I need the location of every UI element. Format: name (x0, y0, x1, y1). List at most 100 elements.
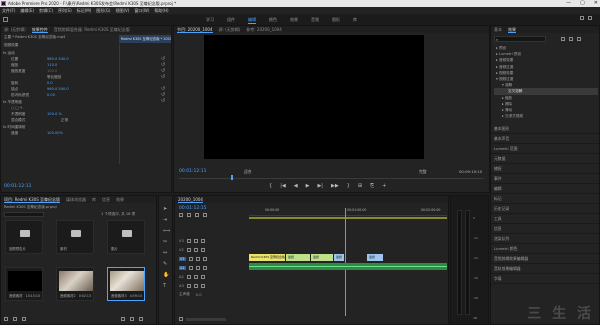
track-select-icon[interactable]: ⇥ (163, 217, 170, 223)
export-frame-icon[interactable]: ⎘ (370, 183, 374, 189)
project-search-input[interactable] (4, 212, 44, 217)
accelerated-filter-icon[interactable] (561, 37, 565, 41)
hand-icon[interactable]: ✋ (163, 272, 170, 278)
eye-icon[interactable] (200, 247, 205, 252)
tab-project[interactable]: 项目: Redmi K30S 至尊纪念版 (4, 196, 61, 203)
close-button[interactable]: ✕ (594, 0, 598, 7)
time-remap-row[interactable]: fx 时间重映射 (3, 125, 26, 130)
section-captions[interactable]: 字幕 (491, 274, 599, 284)
yuv-filter-icon[interactable] (577, 37, 581, 41)
eye-icon[interactable] (202, 256, 207, 261)
tab-effects[interactable]: 效果 (508, 26, 516, 33)
antiflicker-value[interactable]: 0.00 (47, 93, 55, 97)
tab-effect-controls[interactable]: 效果控件 (31, 26, 48, 33)
blend-mode-select[interactable]: 正常 (61, 118, 68, 123)
tree-item[interactable]: ▸ 沉浸式视频 (494, 113, 598, 119)
wrench-icon[interactable] (203, 213, 207, 217)
step-back-icon[interactable]: ◀ (294, 183, 298, 189)
tab-sequence[interactable]: 20200_1004 (178, 196, 203, 203)
section-lumetri-scopes[interactable]: Lumetri 范围 (491, 144, 599, 154)
tab-libraries[interactable]: 库 (92, 196, 96, 203)
opacity-value[interactable]: 100.0 % (47, 112, 62, 116)
minimize-button[interactable]: — (566, 0, 571, 7)
tab-program[interactable]: 节目: 20200_1004 (177, 26, 213, 33)
workspace-tab-editing[interactable]: 编辑 (248, 17, 256, 24)
anchor-value[interactable]: 960.0 540.0 (47, 87, 69, 91)
go-to-out-icon[interactable]: ▶▶ (331, 183, 339, 189)
fit-select[interactable]: 适合 (244, 169, 252, 175)
add-marker-icon[interactable] (195, 213, 199, 217)
pen-icon[interactable]: ✎ (163, 261, 170, 267)
play-icon[interactable]: ▶ (306, 183, 310, 189)
menu-sequence[interactable]: 序列(S) (58, 7, 72, 14)
lock-icon[interactable] (186, 283, 191, 288)
section-info[interactable]: 信息 (491, 224, 599, 234)
section-track-effect-editor[interactable]: 音轨效果编辑器 (491, 264, 599, 274)
zoom-scrollbar[interactable] (186, 318, 226, 321)
clip-item[interactable]: 音频素材 10:15:10 (5, 267, 43, 301)
eye-icon[interactable] (200, 238, 205, 243)
section-markers[interactable]: 标记 (491, 194, 599, 204)
select-icon[interactable]: ➤ (163, 206, 170, 212)
section-events[interactable]: 事件 (491, 174, 599, 184)
go-to-in-icon[interactable]: |◀ (280, 183, 286, 189)
reset-icons[interactable]: ↺ ↺ ↺ ↺ ↺ ↺ ↺ (161, 56, 165, 104)
solo-icon[interactable] (202, 265, 207, 270)
lock-icon[interactable] (4, 317, 8, 321)
menu-help[interactable]: 帮助(H) (154, 7, 168, 14)
workspace-tab-audio[interactable]: 音频 (311, 17, 319, 24)
scale-width-value[interactable]: 100.0 (47, 69, 57, 73)
button-editor-icon[interactable]: + (382, 183, 386, 189)
clip-item[interactable]: 音频素材2 0:02:13 (56, 267, 94, 301)
workspace-tab-learn[interactable]: 学习 (206, 17, 214, 24)
menu-edit[interactable]: 编辑(E) (20, 7, 34, 14)
timeline-ruler[interactable]: 00:00:00 00:01:00:00 00:02:00:00 (249, 208, 447, 216)
new-item-icon[interactable] (130, 317, 134, 321)
lock-icon[interactable] (188, 256, 193, 261)
workspace-tab-assembly[interactable]: 组件 (227, 17, 235, 24)
menu-window[interactable]: 窗口(W) (134, 7, 149, 14)
mark-in-icon[interactable]: { (269, 183, 272, 189)
tab-effects-small[interactable]: 效果 (116, 196, 124, 203)
tab-media-browser[interactable]: 媒体浏览器 (66, 196, 86, 203)
new-bin-icon[interactable] (121, 317, 125, 321)
effects-search-input[interactable]: ⌕ (494, 36, 546, 42)
mute-icon[interactable] (193, 283, 198, 288)
mute-icon[interactable] (195, 265, 200, 270)
timeline-clip[interactable]: 最终 (367, 254, 383, 261)
program-video-frame[interactable] (204, 35, 424, 159)
position-value[interactable]: 960.0 540.0 (47, 57, 69, 61)
workspace-tab-color[interactable]: 颜色 (269, 17, 277, 24)
program-scrub-bar[interactable] (179, 175, 484, 180)
menu-clip[interactable]: 剪辑(C) (39, 7, 53, 14)
32bit-filter-icon[interactable] (569, 37, 573, 41)
quality-select[interactable]: 完整 (419, 169, 427, 175)
search-icon[interactable] (588, 16, 592, 20)
slip-icon[interactable]: ↔ (163, 250, 170, 256)
section-metadata[interactable]: 元数据 (491, 154, 599, 164)
section-tools[interactable]: 工具 (491, 214, 599, 224)
tab-source[interactable]: 源: (无剪辑) (4, 26, 26, 33)
step-forward-icon[interactable]: ▶| (317, 183, 323, 189)
type-icon[interactable]: T (163, 283, 170, 289)
section-essential-graphics[interactable]: 基本图形 (491, 124, 599, 134)
motion-row[interactable]: fx 运动 (3, 51, 15, 56)
audio-clip-a1[interactable] (249, 263, 447, 270)
timeline-clip[interactable]: 最终 (311, 254, 333, 261)
bin-item[interactable]: 回顾预告片 (5, 220, 43, 254)
solo-icon[interactable] (200, 283, 205, 288)
tab-info[interactable]: 信息 (102, 196, 110, 203)
linked-selection-icon[interactable] (187, 213, 191, 217)
menu-graphics[interactable]: 图形(G) (96, 7, 110, 14)
workspace-tab-graphics[interactable]: 图形 (332, 17, 340, 24)
program-timecode[interactable]: 00:01:12:11 (179, 169, 206, 174)
icon-view-icon[interactable] (22, 317, 26, 321)
sync-icon[interactable] (193, 238, 198, 243)
timeline-clip[interactable]: Redmi K30S 至尊纪念版 (249, 254, 285, 261)
share-icon[interactable] (580, 16, 584, 20)
section-history[interactable]: 历史记录 (491, 204, 599, 214)
mask-tools[interactable]: ○ □ ✎ (11, 106, 23, 110)
clip-item-selected[interactable]: 音频素材3 4:59:10 (107, 267, 145, 301)
lock-icon[interactable] (188, 265, 193, 270)
section-capture[interactable]: 捕捉 (491, 164, 599, 174)
